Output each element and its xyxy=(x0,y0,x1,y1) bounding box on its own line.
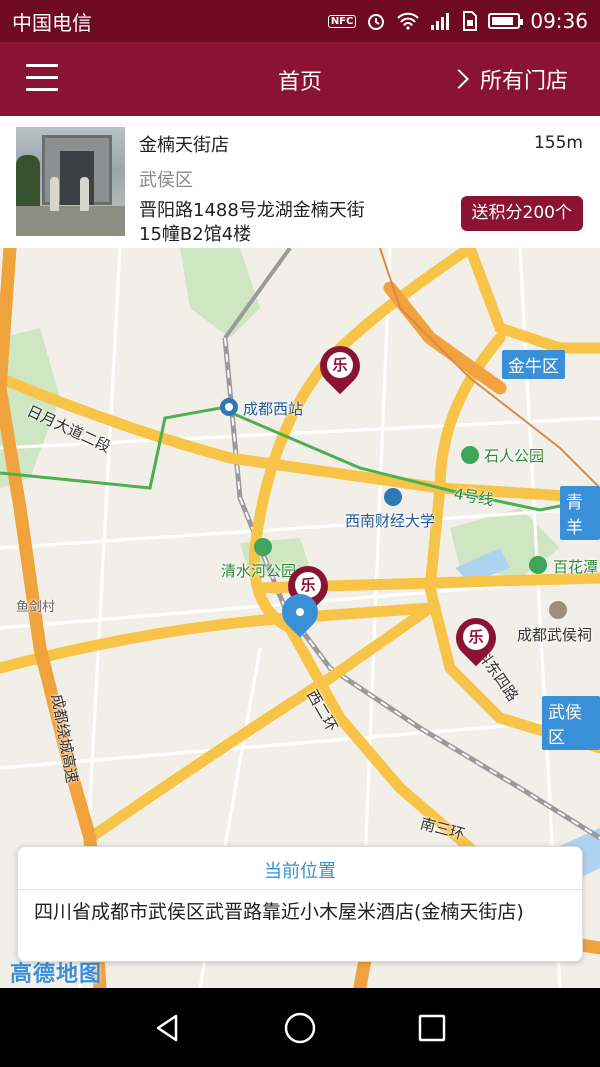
status-bar: 中国电信 NFC 09:36 xyxy=(0,0,600,42)
nfc-icon: NFC xyxy=(327,14,357,28)
store-pin-icon[interactable]: 乐 xyxy=(311,337,369,398)
area-tag-jinniu: 金牛区 xyxy=(502,350,565,379)
status-icons: NFC 09:36 xyxy=(327,9,588,33)
wifi-icon xyxy=(396,12,420,30)
location-icon xyxy=(274,586,326,644)
all-stores-label: 所有门店 xyxy=(479,69,568,94)
store-photo xyxy=(16,127,125,236)
sim-icon xyxy=(462,11,478,31)
points-badge[interactable]: 送积分200个 xyxy=(460,196,583,231)
current-location-card[interactable]: 当前位置 四川省成都市武侯区武晋路靠近小木屋米酒店(金楠天街店) xyxy=(17,846,583,962)
map-label-qingshuihe: 清水河公园 xyxy=(221,562,297,580)
system-nav-bar xyxy=(0,988,600,1067)
current-location-address: 四川省成都市武侯区武晋路靠近小木屋米酒店(金楠天街店) xyxy=(34,901,524,923)
store-address: 晋阳路1488号龙湖金楠天街15幢B2馆4楼 xyxy=(139,200,365,245)
store-pin-icon[interactable]: 乐 xyxy=(447,609,505,670)
map-label-shiren-park: 石人公园 xyxy=(484,447,545,465)
chevron-right-icon xyxy=(449,69,469,89)
map-label-swufe: 西南财经大学 xyxy=(345,512,436,530)
back-icon[interactable] xyxy=(150,1010,186,1046)
map-label-chengdu-west: 成都西站 xyxy=(243,400,304,418)
battery-icon xyxy=(488,13,524,29)
store-name: 金楠天街店 xyxy=(139,135,229,156)
recent-apps-icon[interactable] xyxy=(414,1010,450,1046)
app-header: 首页 所有门店 xyxy=(0,42,600,116)
store-card[interactable]: 金楠天街店 155m 武侯区 晋阳路1488号龙湖金楠天街15幢B2馆4楼 送积… xyxy=(0,116,600,248)
signal-icon xyxy=(430,11,452,31)
store-district: 武侯区 xyxy=(139,170,193,191)
clock: 09:36 xyxy=(530,9,588,33)
area-tag-qingyang: 青羊 xyxy=(560,486,600,540)
pin-glyph: 乐 xyxy=(327,352,353,378)
store-distance: 155m xyxy=(533,133,583,153)
map-label-baihuatan: 百花潭 xyxy=(553,558,599,576)
pin-glyph: 乐 xyxy=(463,624,489,650)
carrier-label: 中国电信 xyxy=(12,10,92,35)
divider xyxy=(18,889,582,890)
current-location-title: 当前位置 xyxy=(264,861,336,882)
area-tag-wuhou: 武侯区 xyxy=(542,696,600,750)
map-label-wuhou-temple: 成都武侯祠 xyxy=(517,626,593,644)
alarm-icon xyxy=(366,11,386,31)
all-stores-button[interactable]: 所有门店 xyxy=(449,63,568,95)
map-label-yujiancun: 鱼剑村 xyxy=(16,600,56,615)
home-icon[interactable] xyxy=(282,1010,318,1046)
